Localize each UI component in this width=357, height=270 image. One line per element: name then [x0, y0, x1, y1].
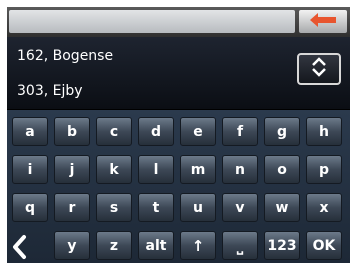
device-frame: 162, Bogense 303, Ejby a b c d e f g h i…: [0, 0, 357, 270]
back-chevron-icon: [11, 234, 29, 263]
back-button[interactable]: [7, 235, 33, 263]
backspace-arrow-icon: [310, 12, 336, 31]
key-u[interactable]: u: [180, 193, 216, 222]
results-list: 162, Bogense 303, Ejby: [7, 37, 350, 109]
key-y[interactable]: y: [54, 231, 90, 260]
up-down-chevron-icon: [310, 56, 328, 82]
key-o[interactable]: o: [264, 155, 300, 184]
key-r[interactable]: r: [54, 193, 90, 222]
key-z[interactable]: z: [96, 231, 132, 260]
key-t[interactable]: t: [138, 193, 174, 222]
result-separator: ,: [43, 83, 53, 99]
key-m[interactable]: m: [180, 155, 216, 184]
key-shift[interactable]: ↑: [180, 231, 216, 260]
key-s[interactable]: s: [96, 193, 132, 222]
key-g[interactable]: g: [264, 117, 300, 146]
key-e[interactable]: e: [180, 117, 216, 146]
key-v[interactable]: v: [222, 193, 258, 222]
keyboard: a b c d e f g h i j k l m n o p q r s t …: [7, 110, 350, 263]
key-p[interactable]: p: [306, 155, 342, 184]
key-a[interactable]: a: [12, 117, 48, 146]
list-item[interactable]: 162, Bogense: [17, 44, 113, 68]
scroll-button[interactable]: [297, 53, 341, 85]
screen: 162, Bogense 303, Ejby a b c d e f g h i…: [7, 7, 350, 263]
result-name: Bogense: [52, 48, 114, 64]
result-number: 162: [17, 48, 44, 64]
key-j[interactable]: j: [54, 155, 90, 184]
key-d[interactable]: d: [138, 117, 174, 146]
search-bar: [7, 7, 350, 37]
result-name: Ejby: [52, 83, 83, 99]
key-k[interactable]: k: [96, 155, 132, 184]
key-i[interactable]: i: [12, 155, 48, 184]
backspace-button[interactable]: [299, 10, 347, 33]
key-n[interactable]: n: [222, 155, 258, 184]
key-c[interactable]: c: [96, 117, 132, 146]
result-separator: ,: [43, 48, 53, 64]
key-q[interactable]: q: [12, 193, 48, 222]
search-input[interactable]: [9, 10, 295, 33]
key-space[interactable]: ⎵: [222, 231, 258, 260]
key-alt[interactable]: alt: [138, 231, 174, 260]
result-number: 303: [17, 83, 44, 99]
key-l[interactable]: l: [138, 155, 174, 184]
key-b[interactable]: b: [54, 117, 90, 146]
key-x[interactable]: x: [306, 193, 342, 222]
key-w[interactable]: w: [264, 193, 300, 222]
key-h[interactable]: h: [306, 117, 342, 146]
key-f[interactable]: f: [222, 117, 258, 146]
key-123[interactable]: 123: [264, 231, 300, 260]
key-ok[interactable]: OK: [306, 231, 342, 260]
list-item[interactable]: 303, Ejby: [17, 79, 83, 103]
